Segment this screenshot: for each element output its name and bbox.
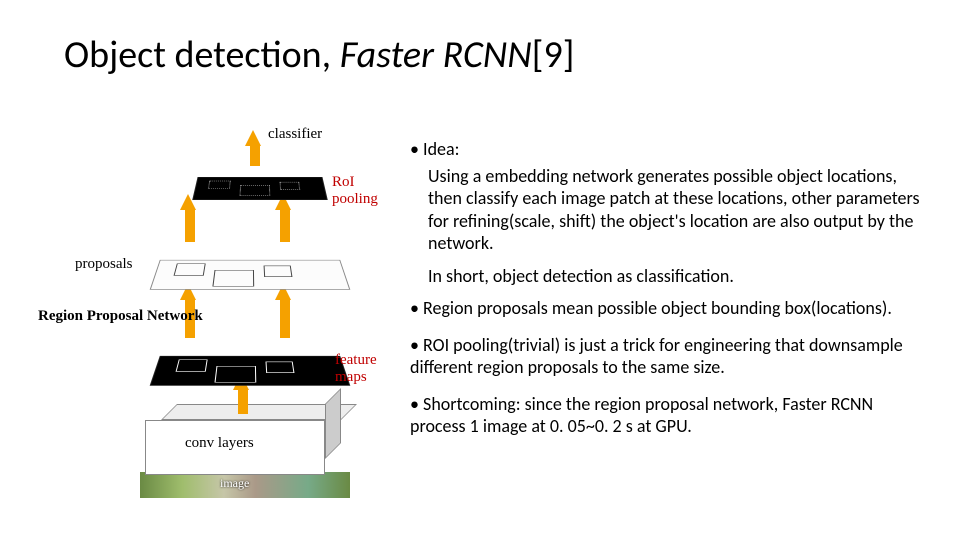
classifier-label: classifier: [268, 126, 322, 143]
classifier-plane: [192, 177, 328, 200]
idea-bullet: Idea:: [410, 138, 930, 161]
bullet-roi-pooling: ROI pooling(trivial) is just a trick for…: [410, 334, 930, 379]
content-row: image conv layers feature maps Region Pr…: [50, 130, 930, 520]
arrow-stem-6: [250, 144, 260, 166]
image-label: image: [220, 476, 249, 491]
feature-maps-label: feature maps: [335, 352, 400, 386]
bullet-region-proposals: Region proposals mean possible object bo…: [410, 297, 930, 320]
feature-maps-plane: [150, 356, 351, 386]
title-italic: Faster RCNN: [340, 32, 532, 78]
roi-pooling-label: RoI pooling: [332, 174, 400, 208]
bullet-shortcoming: Shortcoming: since the region proposal n…: [410, 393, 930, 438]
proposals-label: proposals: [75, 256, 133, 273]
arrow-stem-3: [280, 298, 290, 338]
arrow-stem-4: [185, 208, 195, 242]
proposals-plane: [150, 260, 351, 290]
slide-title: Object detection, Faster RCNN[9]: [64, 32, 574, 78]
title-suffix: [9]: [532, 32, 575, 78]
title-prefix: Object detection,: [64, 32, 340, 78]
arrow-up-icon: [245, 130, 261, 146]
idea-body: Using a embedding network generates poss…: [428, 165, 930, 255]
arrow-stem-5: [280, 208, 290, 242]
rpn-label: Region Proposal Network: [38, 308, 203, 325]
arrow-stem-1: [238, 388, 248, 414]
architecture-diagram: image conv layers feature maps Region Pr…: [50, 130, 400, 500]
text-column: Idea: Using a embedding network generate…: [400, 130, 930, 520]
idea-label: Idea:: [423, 138, 459, 160]
conv-layers-label: conv layers: [185, 435, 254, 452]
idea-short: In short, object detection as classifica…: [428, 265, 930, 288]
